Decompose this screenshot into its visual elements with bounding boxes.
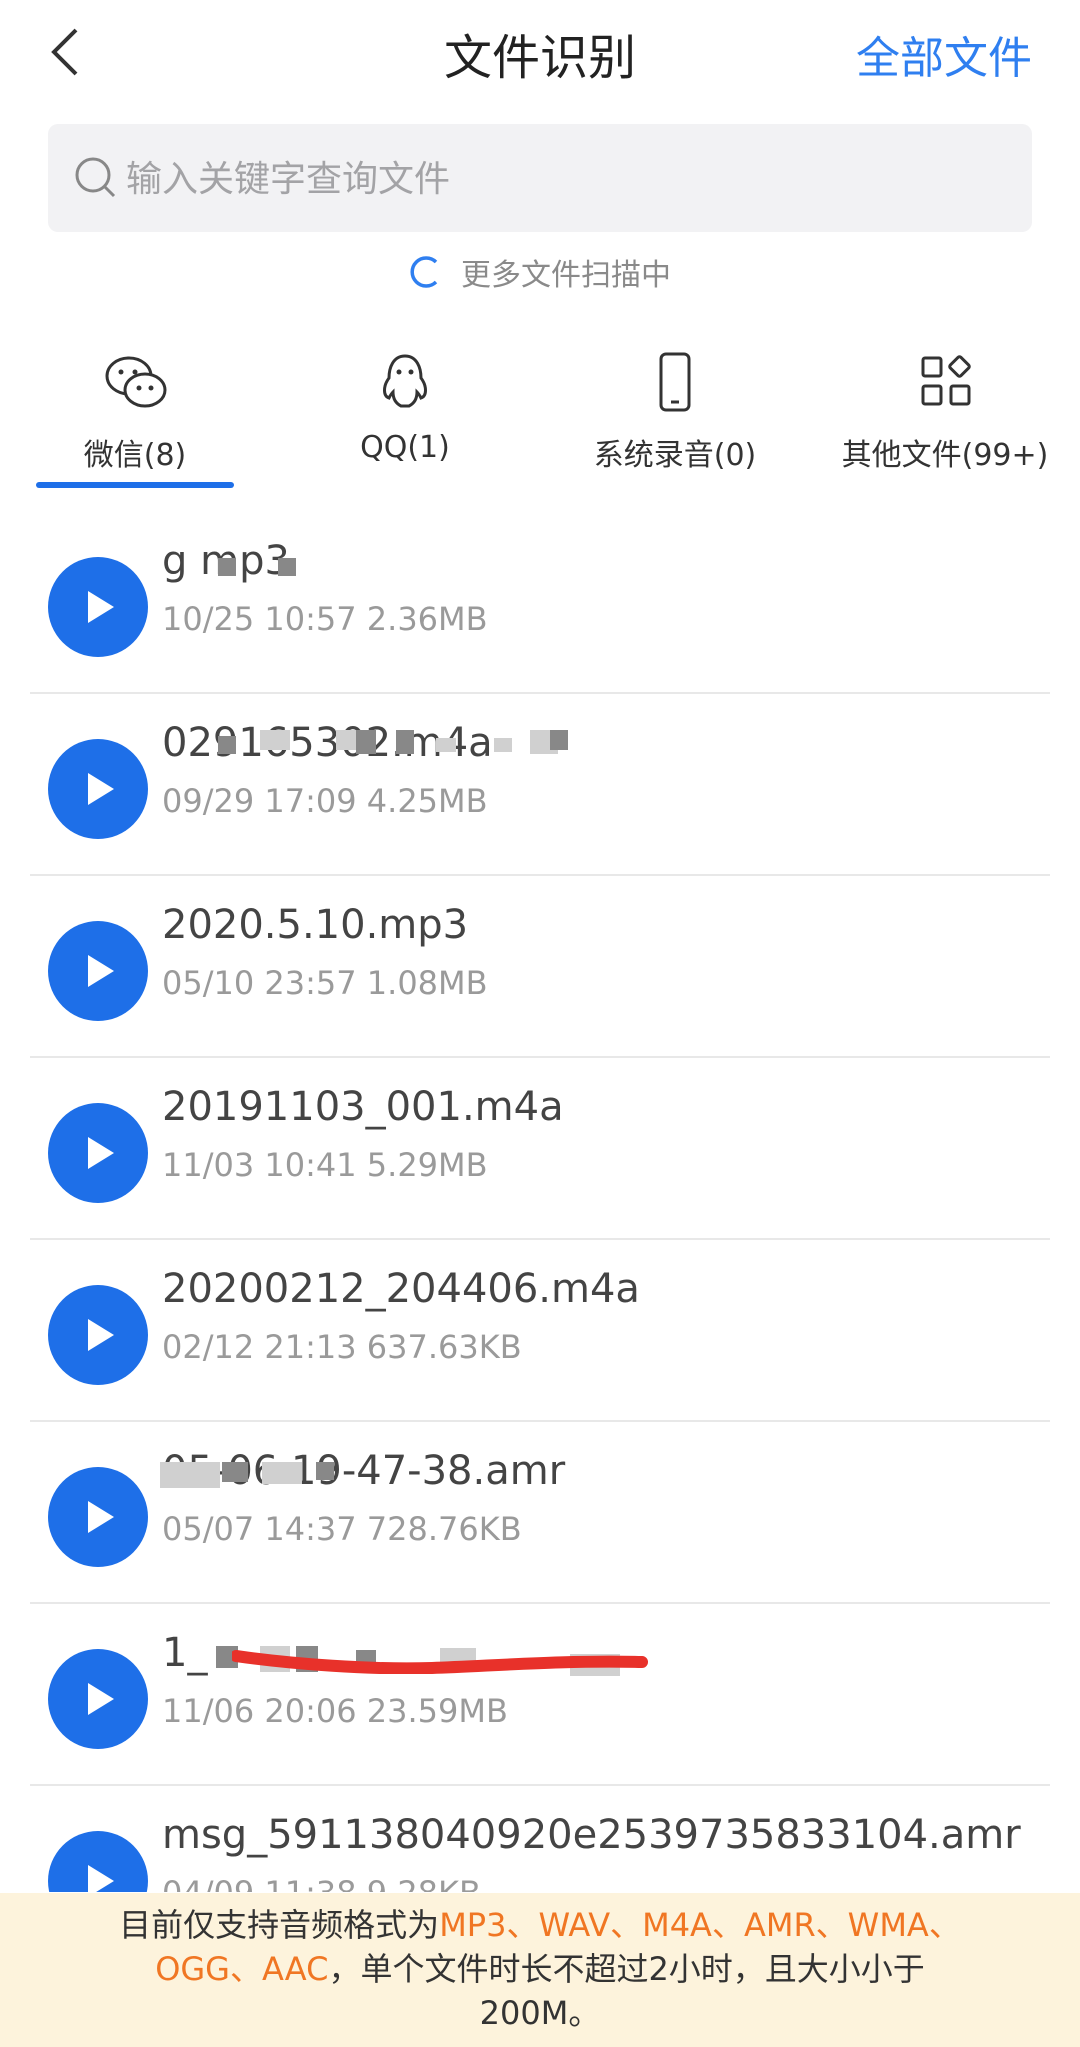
source-tabs: 微信(8) QQ(1) 系统录音(0) 其他文件(99+) (0, 350, 1080, 490)
tab-qq[interactable]: QQ(1) (270, 350, 540, 490)
redaction-mask (316, 1462, 334, 1480)
wechat-icon (105, 356, 167, 408)
file-name: msg_591138040920e2539735833104.amr (162, 1812, 1021, 1858)
list-item[interactable]: 2020.5.10.mp3 05/10 23:57 1.08MB (0, 876, 1080, 1058)
scan-status-text: 更多文件扫描中 (461, 258, 671, 293)
play-icon[interactable] (48, 1467, 148, 1567)
file-list[interactable]: g mp3 10/25 10:57 2.36MB 029165302.m4a 0… (0, 512, 1080, 1892)
file-meta: 05/07 14:37 728.76KB (162, 1510, 522, 1548)
file-meta: 04/09 11:38 9.28KB (162, 1874, 481, 1892)
notice-line-3: 200M。 (479, 1994, 601, 2032)
notice-formats-1: MP3、WAV、M4A、AMR、WMA、 (439, 1906, 961, 1944)
search-bar[interactable] (48, 124, 1032, 234)
list-item[interactable]: 20200212_204406.m4a 02/12 21:13 637.63KB (0, 1240, 1080, 1422)
format-notice: 目前仅支持音频格式为MP3、WAV、M4A、AMR、WMA、 OGG、AAC，单… (0, 1893, 1080, 2047)
qq-icon (383, 354, 427, 408)
notice-formats-2: OGG、AAC (155, 1950, 329, 1988)
play-icon[interactable] (48, 739, 148, 839)
notice-suffix: ，单个文件时长不超过2小时，且大小小于 (328, 1950, 925, 1988)
file-meta: 05/10 23:57 1.08MB (162, 964, 488, 1002)
redaction-mask (396, 730, 414, 754)
redaction-mask (222, 1462, 248, 1482)
list-item[interactable]: g mp3 10/25 10:57 2.36MB (0, 512, 1080, 694)
redaction-mask (262, 1462, 302, 1484)
redaction-mask (436, 738, 456, 752)
redaction-mask (260, 730, 290, 750)
play-icon[interactable] (48, 557, 148, 657)
file-name: 1_ (162, 1630, 208, 1676)
play-icon[interactable] (48, 1285, 148, 1385)
top-bar: 文件识别 全部文件 (0, 0, 1080, 110)
file-name: 2020.5.10.mp3 (162, 902, 469, 948)
play-icon[interactable] (48, 1649, 148, 1749)
tab-qq-label: QQ(1) (360, 430, 450, 465)
grid-icon (921, 355, 971, 406)
list-item[interactable]: 20191103_001.m4a 11/03 10:41 5.29MB (0, 1058, 1080, 1240)
tab-wechat-label: 微信(8) (83, 438, 187, 473)
file-meta: 11/03 10:41 5.29MB (162, 1146, 488, 1184)
search-input[interactable] (124, 124, 1008, 234)
list-item[interactable]: 029165302.m4a 09/29 17:09 4.25MB (0, 694, 1080, 876)
list-item[interactable]: 1_ 11/06 20:06 23.59MB (0, 1604, 1080, 1786)
phone-icon (659, 352, 691, 412)
file-meta: 11/06 20:06 23.59MB (162, 1692, 508, 1730)
redaction-mask (278, 558, 296, 576)
file-name: 20200212_204406.m4a (162, 1266, 640, 1312)
notice-line-2: OGG、AAC，单个文件时长不超过2小时，且大小小于 (0, 1947, 1080, 1991)
active-tab-indicator (36, 482, 234, 488)
tab-system-recording[interactable]: 系统录音(0) (540, 350, 810, 490)
play-icon[interactable] (48, 921, 148, 1021)
file-meta: 09/29 17:09 4.25MB (162, 782, 488, 820)
play-icon[interactable] (48, 1103, 148, 1203)
play-icon[interactable] (48, 1831, 148, 1892)
tab-other-files[interactable]: 其他文件(99+) (810, 350, 1080, 490)
scan-status: 更多文件扫描中 (0, 250, 1080, 294)
loading-spinner-icon (410, 256, 438, 288)
redaction-mask (356, 730, 376, 754)
scribble-mark (232, 1650, 648, 1674)
redaction-mask (218, 736, 236, 754)
tab-wechat[interactable]: 微信(8) (0, 350, 270, 490)
search-icon (75, 157, 116, 198)
notice-prefix: 目前仅支持音频格式为 (119, 1906, 440, 1944)
all-files-link[interactable]: 全部文件 (856, 22, 1032, 86)
file-name: 20191103_001.m4a (162, 1084, 564, 1130)
redaction-mask (160, 1462, 220, 1488)
tab-system-recording-label: 系统录音(0) (593, 438, 757, 473)
redaction-mask (494, 738, 512, 752)
tab-other-files-label: 其他文件(99+) (841, 438, 1049, 473)
redaction-mask (218, 558, 236, 576)
file-meta: 02/12 21:13 637.63KB (162, 1328, 522, 1366)
redaction-mask (550, 730, 568, 750)
list-item[interactable]: 05-06 19-47-38.amr 05/07 14:37 728.76KB (0, 1422, 1080, 1604)
notice-line-1: 目前仅支持音频格式为MP3、WAV、M4A、AMR、WMA、 (0, 1903, 1080, 1947)
list-item[interactable]: msg_591138040920e2539735833104.amr 04/09… (0, 1786, 1080, 1892)
file-meta: 10/25 10:57 2.36MB (162, 600, 488, 638)
